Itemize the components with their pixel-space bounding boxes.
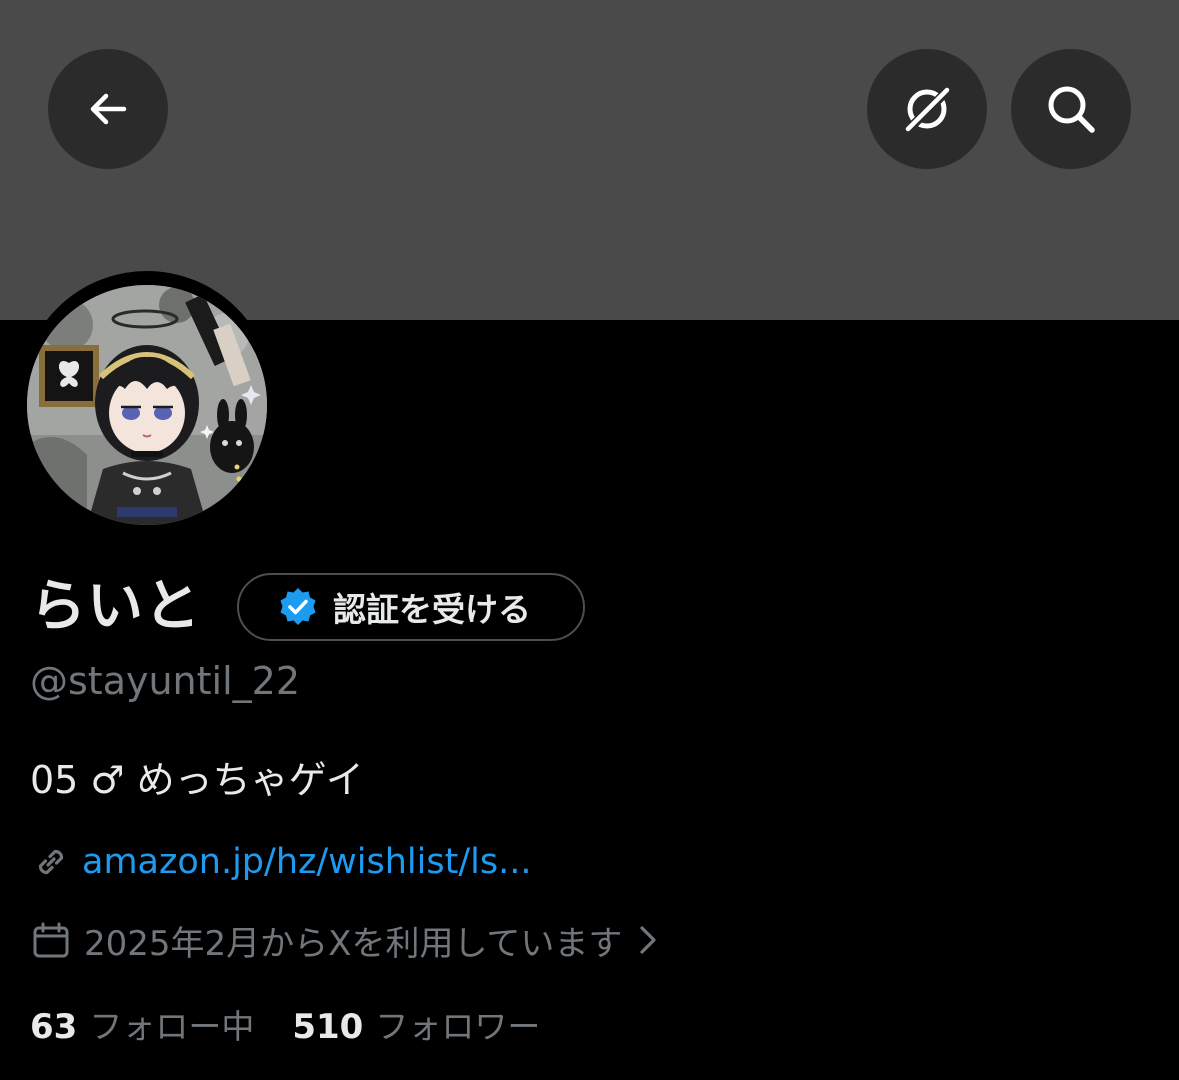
- chevron-right-icon: [638, 924, 658, 956]
- profile-link-text[interactable]: amazon.jp/hz/wishlist/ls...: [82, 842, 531, 882]
- avatar-illustration: [27, 285, 267, 525]
- profile-bio: 05 ♂ めっちゃゲイ: [30, 758, 364, 802]
- grok-icon: [902, 84, 954, 136]
- search-button[interactable]: [1011, 49, 1131, 169]
- avatar[interactable]: [27, 285, 267, 525]
- profile-link[interactable]: amazon.jp/hz/wishlist/ls...: [30, 836, 531, 888]
- followers-label: フォロワー: [375, 1007, 541, 1046]
- back-button[interactable]: [48, 49, 168, 169]
- link-icon: [30, 841, 72, 883]
- joined-date[interactable]: 2025年2月からXを利用しています: [30, 914, 658, 966]
- calendar-icon: [30, 919, 72, 961]
- following-stat[interactable]: 63 フォロー中: [30, 1000, 254, 1048]
- follow-stats: 63 フォロー中 510 フォロワー: [30, 998, 540, 1050]
- following-label: フォロー中: [89, 1007, 255, 1046]
- grok-button[interactable]: [867, 49, 987, 169]
- followers-count: 510: [292, 1007, 364, 1047]
- verified-badge-icon: [277, 586, 319, 628]
- profile-banner[interactable]: [0, 0, 1179, 320]
- following-count: 63: [30, 1007, 78, 1047]
- followers-stat[interactable]: 510 フォロワー: [292, 1000, 540, 1048]
- get-verified-label: 認証を受ける: [333, 590, 531, 629]
- profile-page: らいと 認証を受ける @stayuntil_22 05 ♂ めっちゃゲイ ama…: [0, 0, 1179, 1080]
- joined-date-text: 2025年2月からXを利用しています: [84, 923, 623, 964]
- get-verified-button[interactable]: 認証を受ける: [237, 573, 585, 641]
- display-name: らいと: [30, 574, 201, 639]
- arrow-left-icon: [90, 93, 127, 125]
- search-icon: [1048, 86, 1095, 133]
- user-handle: @stayuntil_22: [30, 659, 301, 703]
